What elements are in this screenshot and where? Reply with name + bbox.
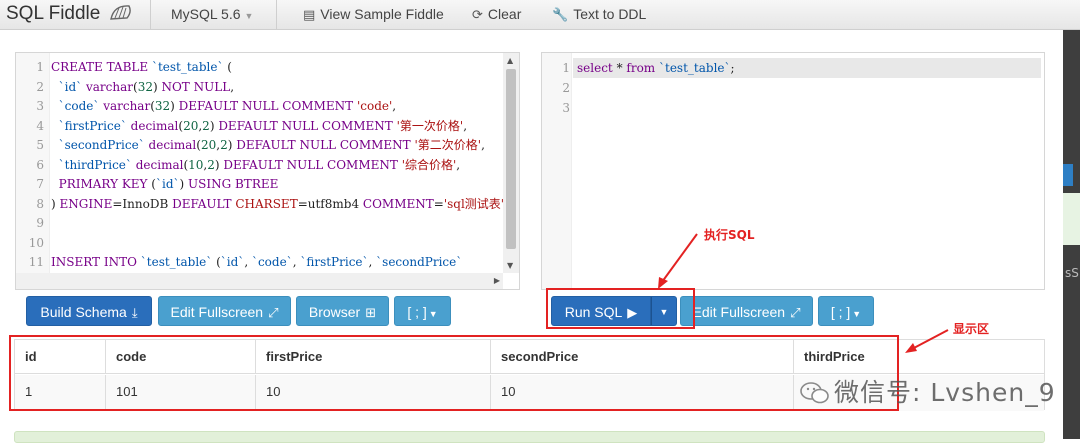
arrow-to-results-icon (905, 329, 949, 353)
watermark-text: 微信号: Lvshen_9 (834, 378, 1056, 407)
wechat-watermark: 微信号: Lvshen_9 (800, 373, 1056, 409)
arrow-to-run-sql-icon (658, 233, 698, 289)
wechat-icon (800, 382, 829, 404)
bottom-success-bar (14, 431, 1045, 443)
